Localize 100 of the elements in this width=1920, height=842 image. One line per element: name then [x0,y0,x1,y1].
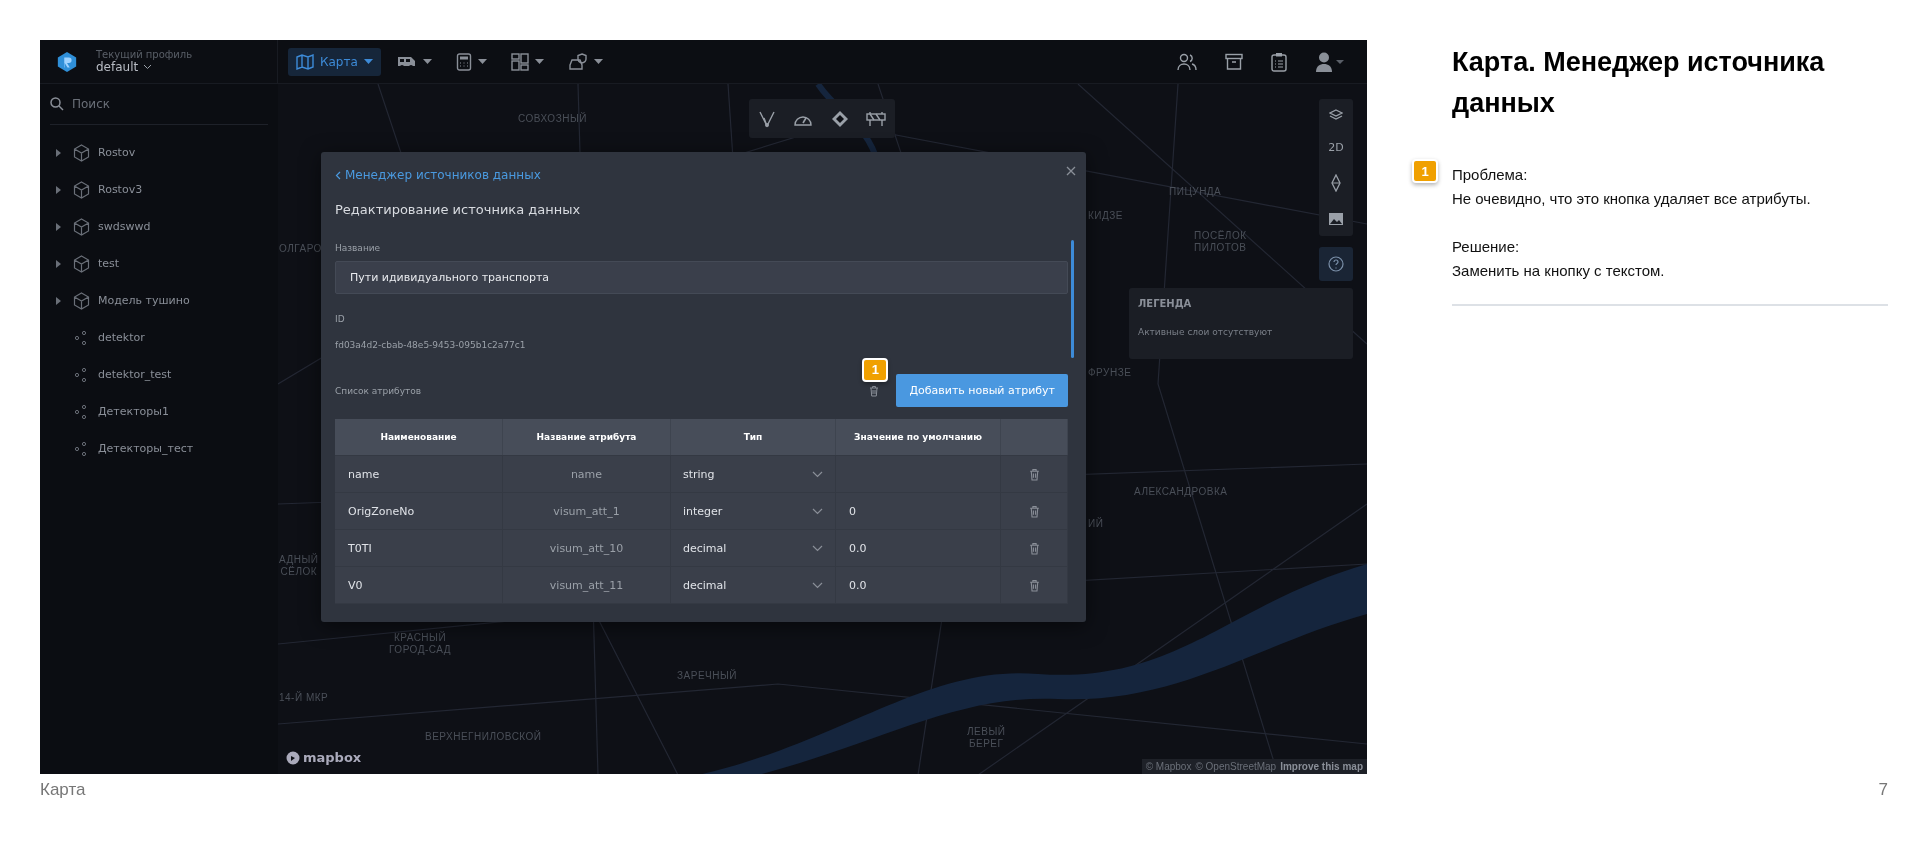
expand-caret-icon[interactable] [56,148,61,157]
cube-icon [73,217,90,236]
table-cell: visum_att_1 [503,493,671,529]
page-number: 7 [1878,780,1888,800]
caret-icon [593,59,603,64]
profile-dropdown[interactable]: default [96,60,193,74]
tree-item[interactable]: test [98,257,120,270]
image-icon[interactable] [1328,212,1344,226]
compass-icon[interactable] [1331,174,1341,192]
clipboard-icon[interactable] [1271,51,1287,72]
map-label: КРАСНЫЙ ГОРОД-САД [389,632,452,656]
help-button[interactable] [1319,247,1353,281]
users-icon[interactable] [1177,52,1197,71]
layers-icon[interactable] [1329,109,1343,121]
type-dropdown[interactable]: decimal [671,567,836,603]
cube-icon [73,291,90,310]
table-cell: V0 [335,567,503,603]
legend-title: ЛЕГЕНДА [1138,298,1193,309]
chevron-icon [812,544,823,552]
tree-item[interactable]: detektor [98,331,145,344]
trash-icon[interactable] [1028,541,1040,555]
dashboard-icon [510,52,529,71]
cube-icon [73,254,90,273]
trash-icon[interactable] [1028,578,1040,592]
column-header: Наименование [335,419,503,455]
tree-item[interactable]: swdswwd [98,220,151,233]
column-header: Тип [671,419,836,455]
chevron-left-icon [335,170,341,180]
note-text: Не очевидно, что это кнопка удаляет все атрибуты. [1452,189,1812,209]
column-header: Название атрибута [503,419,671,455]
id-value: fd03a4d2-cbab-48e5-9453-095b1c2a77c1 [335,340,527,350]
footer-title: Карта [40,780,86,800]
trash-icon[interactable] [1028,504,1040,518]
route-icon[interactable] [757,109,776,128]
mapbox-logo-icon [286,750,300,765]
table-cell: visum_att_11 [503,567,671,603]
barrier-icon[interactable] [866,110,887,127]
search-icon [50,97,64,111]
name-input[interactable]: Пути идивидуального транспорта [335,261,1068,294]
map-label: ВЕРХНЕГНИЛОВСКОЙ [425,731,542,743]
field-label: ID [335,314,346,324]
table-cell: 0.0 [836,530,1001,566]
map-label: АДНЫЙ СЁЛОК [279,554,319,578]
map-label: СОВХОЗНЫЙ [518,113,587,125]
tree-item[interactable]: detektor_test [98,368,172,381]
scrollbar-thumb[interactable] [1071,240,1074,358]
map-label: КИДЗЕ [1088,210,1123,222]
caret-icon [422,59,432,64]
slide-title: Карта. Менеджер источника данных [1452,46,1826,120]
field-label: Название [335,243,382,253]
help-icon [1328,256,1344,272]
annotation-marker: 1 [1412,159,1438,183]
view-mode-button[interactable]: 2D [1328,141,1344,154]
table-cell: 0.0 [836,567,1001,603]
annotation-marker: 1 [862,357,889,382]
map-label: ПОСЁЛОК ПИЛОТОВ [1194,230,1247,254]
expand-caret-icon[interactable] [56,296,61,305]
tree-item[interactable]: Rostov [98,146,136,159]
trash-icon[interactable] [869,384,880,397]
archive-icon[interactable] [1225,52,1243,71]
expand-caret-icon[interactable] [56,259,61,268]
diamond-sign-icon[interactable] [830,109,849,128]
caret-icon [477,59,487,64]
user-menu-icon[interactable] [1315,51,1345,72]
type-dropdown[interactable]: string [671,456,836,492]
expand-caret-icon[interactable] [56,222,61,231]
tree-item[interactable]: Модель тушино [98,294,190,307]
note-label: Решение: [1452,237,1521,257]
table-cell: OrigZoneNo [335,493,503,529]
caret-icon [534,59,544,64]
map-label: ОЛГАРО [279,243,322,255]
type-dropdown[interactable]: decimal [671,530,836,566]
map-menu-button[interactable]: Карта [288,47,381,76]
map-label: ФРУНЗЕ [1088,367,1132,379]
type-dropdown[interactable]: integer [671,493,836,529]
mapbox-logo: mapbox [286,750,362,765]
chevron-icon [143,64,153,70]
trash-icon[interactable] [1028,467,1040,481]
tree-item[interactable]: Rostov3 [98,183,143,196]
table-cell: 0 [836,493,1001,529]
bus-icon [396,54,417,69]
table-cell: name [335,456,503,492]
chevron-icon [812,507,823,515]
profile-label: Текущий профиль [96,49,193,60]
note-label: Проблема: [1452,165,1529,185]
attribution-link[interactable]: © OpenStreetMap [1195,761,1277,772]
note-text: Заменить на кнопку с текстом. [1452,261,1666,281]
search-field[interactable]: Поиск [70,96,234,112]
tree-item[interactable]: Детекторы1 [98,405,169,418]
expand-caret-icon[interactable] [56,185,61,194]
column-header: Значение по умолчанию [836,419,1001,455]
tree-item[interactable]: Детекторы_тест [98,442,194,455]
attribution-link[interactable]: © Mapbox [1145,761,1192,772]
table-cell: name [503,456,671,492]
dialog-title: Редактирование источника данных [335,202,582,217]
close-icon[interactable] [1066,166,1076,176]
back-link[interactable]: Менеджер источников данных [335,168,541,182]
attribution-link[interactable]: Improve this map [1280,761,1363,772]
map-label: ИЙ [1088,518,1104,530]
calculator-icon [455,52,472,71]
